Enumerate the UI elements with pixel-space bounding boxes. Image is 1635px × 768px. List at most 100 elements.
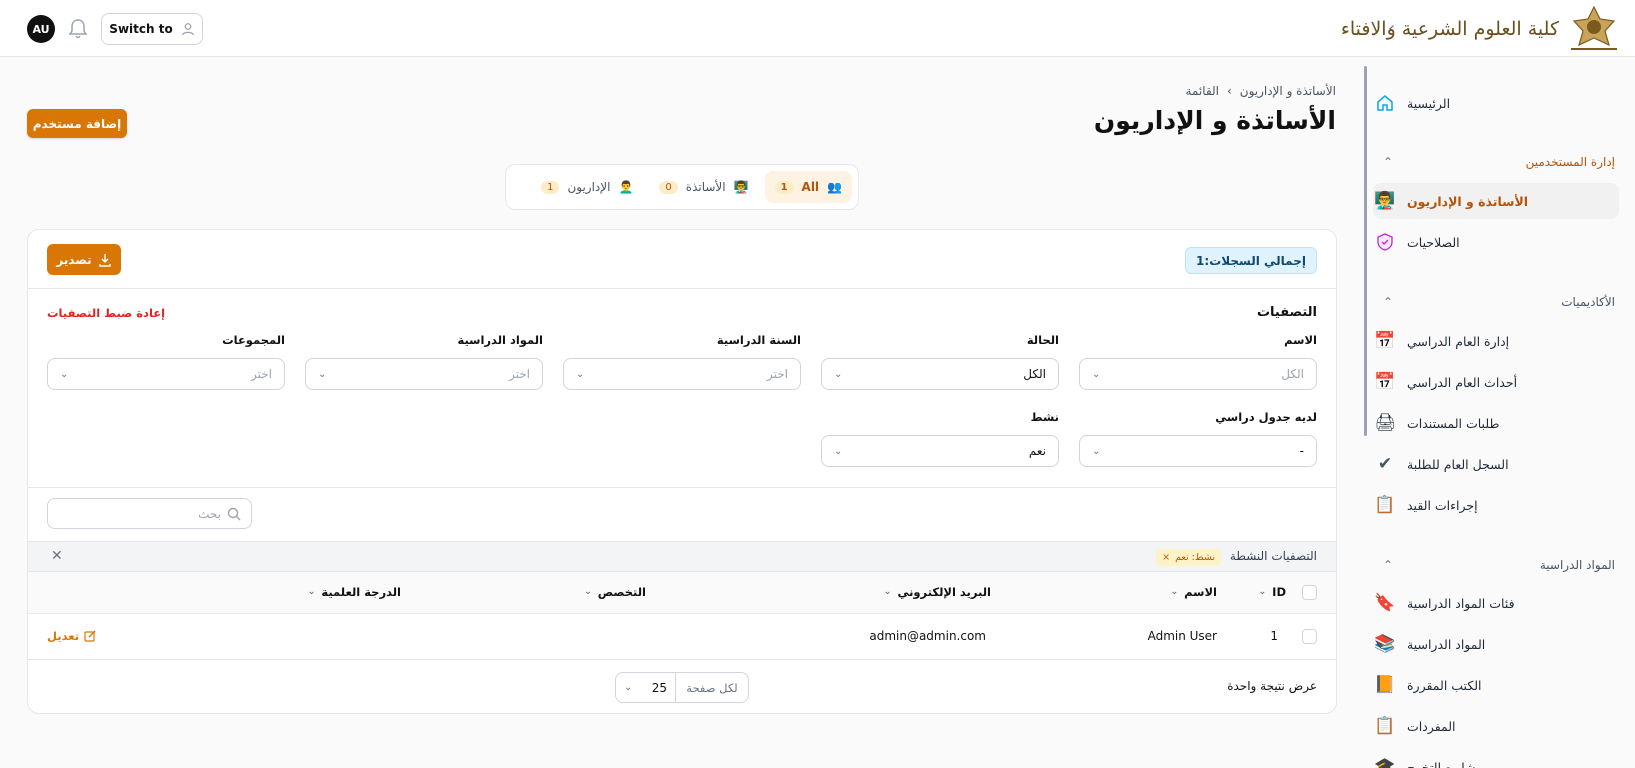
user-avatar[interactable]: AU	[27, 15, 55, 43]
sidebar-item-label: السجل العام للطلبة	[1407, 456, 1509, 472]
column-header-name[interactable]: ⌄ الاسم	[1171, 585, 1217, 599]
sidebar-item-student-record[interactable]: ✔ السجل العام للطلبة	[1373, 446, 1619, 482]
switch-to-label: Switch to	[109, 22, 173, 36]
emblem-icon	[1571, 5, 1617, 50]
chevron-down-icon: ⌄	[834, 368, 843, 380]
sidebar-item-home[interactable]: الرئيسية	[1373, 85, 1619, 121]
chip-label: نشط: نعم	[1175, 552, 1215, 563]
sidebar-group-courses[interactable]: ⌃ المواد الدراسية	[1373, 553, 1619, 577]
logo-text: كلية العلوم الشرعية والافتاء	[1340, 18, 1559, 40]
filter-year-select[interactable]: ⌄ اختر	[563, 358, 801, 390]
sidebar-item-document-requests[interactable]: 🖨 طلبات المستندات	[1373, 405, 1619, 441]
book-icon: 📙	[1374, 675, 1396, 695]
sidebar-group-academics[interactable]: ⌃ الأكاديميات	[1373, 290, 1619, 314]
tab-label: الأساتذة	[685, 180, 726, 194]
sidebar-item-academic-year[interactable]: 📅 إدارة العام الدراسي	[1373, 323, 1619, 359]
tab-count: 0	[659, 180, 678, 194]
column-label: الاسم	[1184, 585, 1217, 599]
select-all-checkbox[interactable]	[1302, 585, 1317, 600]
sidebar-item-label: أحداث العام الدراسي	[1407, 374, 1518, 390]
search-input[interactable]: بحث	[47, 498, 252, 529]
switch-to-button[interactable]: Switch to	[101, 13, 203, 45]
tab-admins[interactable]: 👨‍🦱 الإداريون 1	[531, 171, 643, 203]
sidebar-item-label: مشاريع التخرج	[1407, 759, 1483, 768]
column-label: البريد الإلكتروني	[897, 585, 991, 599]
clear-filters-icon[interactable]: ✕	[51, 548, 63, 564]
filter-active-select[interactable]: ⌄ نعم	[821, 435, 1059, 467]
sidebar-group-label: إدارة المستخدمين	[1525, 155, 1615, 169]
filter-name-select[interactable]: ⌄ الكل	[1079, 358, 1317, 390]
select-placeholder: اختر	[509, 367, 530, 381]
column-header-specialty[interactable]: ⌄ التخصص	[584, 585, 646, 599]
bookmark-icon: 🔖	[1374, 593, 1396, 613]
sort-chevron-icon: ⌄	[883, 587, 892, 597]
users-table-panel: تصدير إجمالي السجلات:1 التصفيات إعادة ضب…	[27, 229, 1337, 714]
sidebar-item-enrollment[interactable]: 📋 إجراءات القيد	[1373, 487, 1619, 523]
per-page-value[interactable]: ⌄ 25	[616, 673, 676, 702]
filter-schedule-label: لديه جدول دراسي	[1215, 410, 1317, 424]
chevron-up-icon: ⌃	[1383, 155, 1394, 169]
chevron-down-icon: ⌄	[1092, 445, 1101, 457]
select-value: -	[1299, 444, 1304, 458]
graduation-cap-icon: 🎓	[1374, 757, 1396, 768]
calendar-icon: 📅	[1374, 372, 1396, 392]
export-button[interactable]: تصدير	[47, 244, 121, 275]
printer-icon: 🖨	[1374, 413, 1396, 433]
select-value: الكل	[1023, 367, 1046, 381]
filter-status-select[interactable]: ⌄ الكل	[821, 358, 1059, 390]
sidebar-item-academic-events[interactable]: 📅 أحداث العام الدراسي	[1373, 364, 1619, 400]
sidebar-group-users[interactable]: ⌃ إدارة المستخدمين	[1373, 150, 1619, 174]
main-scrollbar[interactable]	[1364, 66, 1367, 436]
table-row[interactable]: 1 Admin User admin@admin.com تعديل	[28, 614, 1336, 660]
chip-remove-icon[interactable]: ×	[1162, 552, 1170, 563]
breadcrumb-root[interactable]: الأساتذة و الإداريون	[1240, 84, 1336, 98]
sidebar-item-teachers-admins[interactable]: 👨‍🏫 الأساتذة و الإداريون	[1373, 183, 1619, 219]
top-bar: AU Switch to ‹ كلية العلوم الشرعية والاف…	[0, 0, 1635, 57]
column-label: التخصص	[597, 585, 646, 599]
sidebar-item-textbooks[interactable]: 📙 الكتب المقررة	[1373, 667, 1619, 703]
sidebar-item-label: طلبات المستندات	[1407, 415, 1500, 431]
column-label: ID	[1272, 585, 1286, 599]
sidebar-item-courses[interactable]: 📚 المواد الدراسية	[1373, 626, 1619, 662]
sidebar-group-label: الأكاديميات	[1561, 295, 1615, 309]
clipboard-icon: 📋	[1374, 716, 1396, 736]
chevron-down-icon: ⌄	[1092, 368, 1101, 380]
column-header-id[interactable]: ⌄ ID	[1259, 585, 1286, 599]
sidebar-item-syllabus[interactable]: 📋 المفردات	[1373, 708, 1619, 744]
filter-subjects-select[interactable]: ⌄ اختر	[305, 358, 543, 390]
sidebar-item-label: الصلاحيات	[1407, 234, 1460, 250]
filter-schedule-select[interactable]: ⌄ -	[1079, 435, 1317, 467]
column-label: الدرجة العلمية	[321, 585, 401, 599]
column-header-degree[interactable]: ⌄ الدرجة العلمية	[308, 585, 401, 599]
row-checkbox[interactable]	[1302, 629, 1317, 644]
tab-count: 1	[541, 180, 560, 194]
shield-check-icon	[1373, 230, 1397, 254]
sidebar-item-permissions[interactable]: الصلاحيات	[1373, 224, 1619, 260]
total-records-badge: إجمالي السجلات:1	[1185, 247, 1317, 274]
page-title: الأساتذة و الإداريون	[1093, 106, 1336, 135]
filters-title: التصفيات	[1256, 305, 1317, 320]
cell-name: Admin User	[1147, 629, 1217, 643]
tab-teachers[interactable]: 👨‍🏫 الأساتذة 0	[649, 171, 758, 203]
books-icon: 📚	[1374, 634, 1396, 654]
filter-groups-select[interactable]: ⌄ اختر	[47, 358, 285, 390]
cell-email: admin@admin.com	[869, 629, 986, 643]
calendar-icon: 📅	[1374, 331, 1396, 351]
results-count: عرض نتيجة واحدة	[1227, 679, 1317, 693]
checkmark-icon: ✔	[1377, 454, 1393, 474]
sidebar-item-course-categories[interactable]: 🔖 فئات المواد الدراسية	[1373, 585, 1619, 621]
admin-person-icon: 👨‍🦱	[618, 180, 634, 194]
select-value: نعم	[1028, 444, 1046, 458]
edit-button[interactable]: تعديل	[47, 629, 96, 643]
bell-icon[interactable]	[68, 18, 88, 40]
search-placeholder: بحث	[198, 506, 221, 521]
sidebar-item-graduation-projects[interactable]: 🎓 مشاريع التخرج	[1373, 749, 1619, 768]
college-logo[interactable]: كلية العلوم الشرعية والافتاء	[1341, 4, 1621, 54]
tab-all[interactable]: 👥 All 1	[764, 171, 852, 203]
filter-status-label: الحالة	[1026, 333, 1059, 347]
column-header-email[interactable]: ⌄ البريد الإلكتروني	[884, 585, 991, 599]
reset-filters-link[interactable]: إعادة ضبط التصفيات	[47, 306, 165, 320]
sidebar-item-label: الكتب المقررة	[1407, 677, 1482, 693]
add-user-button[interactable]: إضافة مستخدم	[27, 109, 127, 138]
per-page-select[interactable]: ⌄ 25 لكل صفحة	[615, 672, 749, 703]
